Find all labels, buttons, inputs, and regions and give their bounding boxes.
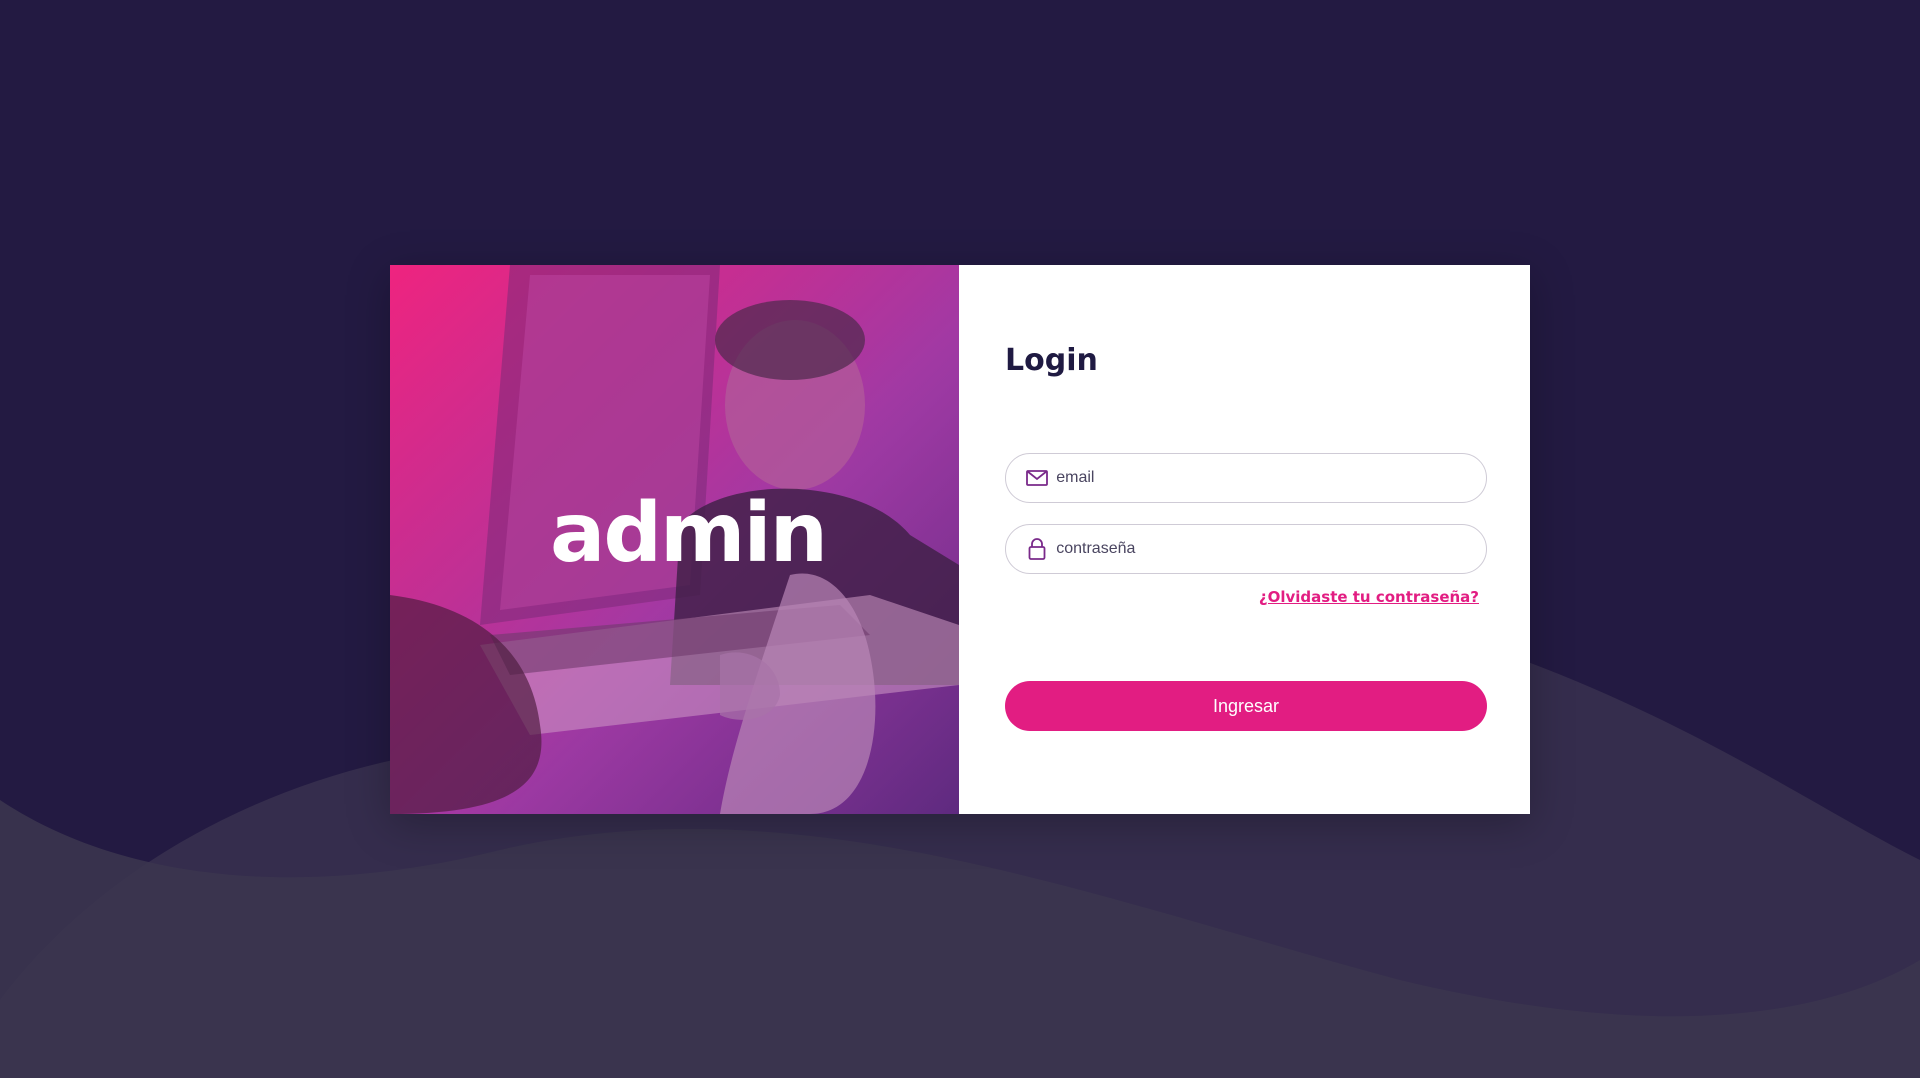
password-input[interactable] <box>1054 539 1466 559</box>
envelope-icon <box>1026 466 1049 490</box>
login-card: admin Login ¿Olvidaste tu contraseña? <box>390 265 1530 814</box>
admin-logo: admin <box>550 486 828 581</box>
login-form-panel: Login ¿Olvidaste tu contraseña? Ingresar <box>959 265 1530 814</box>
forgot-password-link[interactable]: ¿Olvidaste tu contraseña? <box>1259 588 1479 606</box>
page-title: Login <box>1005 343 1098 378</box>
password-field[interactable] <box>1005 524 1487 574</box>
email-input[interactable] <box>1054 468 1466 488</box>
lock-icon <box>1026 537 1048 561</box>
email-field[interactable] <box>1005 453 1487 503</box>
submit-button[interactable]: Ingresar <box>1005 681 1487 731</box>
hero-panel: admin <box>390 265 959 814</box>
